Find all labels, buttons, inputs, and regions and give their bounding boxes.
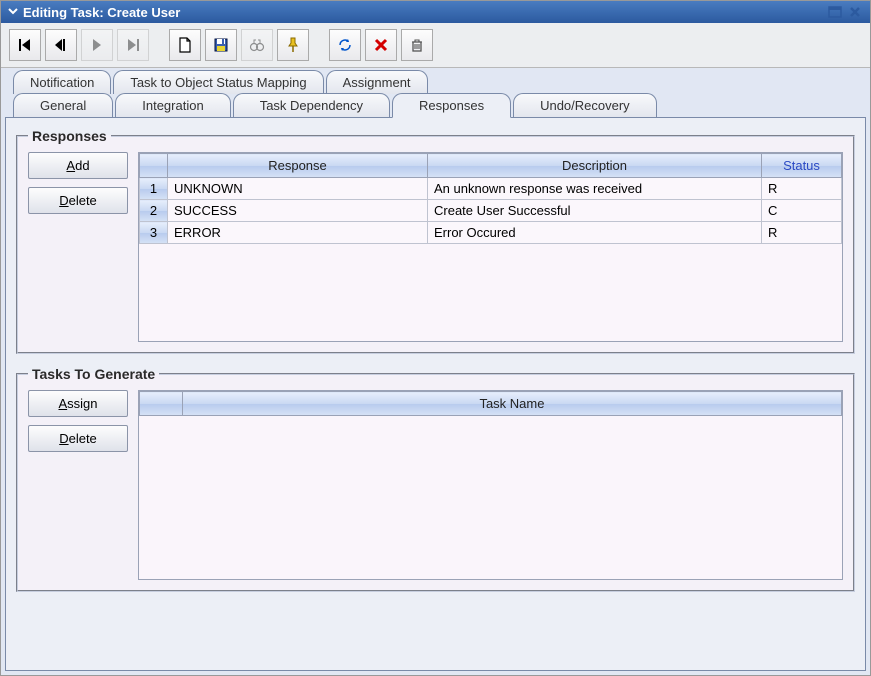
responses-panel: Responses Add Delete: [5, 117, 866, 671]
refresh-button[interactable]: [329, 29, 361, 61]
last-record-button: [117, 29, 149, 61]
responses-delete-button[interactable]: Delete: [28, 187, 128, 214]
tab-responses[interactable]: Responses: [392, 93, 511, 118]
table-row[interactable]: 1 UNKNOWN An unknown response was receiv…: [140, 178, 842, 200]
tab-assignment[interactable]: Assignment: [326, 70, 428, 94]
tasks-table: Task Name: [139, 391, 842, 416]
col-rownum[interactable]: [140, 154, 168, 178]
trash-button[interactable]: [401, 29, 433, 61]
table-row[interactable]: 3 ERROR Error Occured R: [140, 222, 842, 244]
tasks-assign-button[interactable]: Assign: [28, 390, 128, 417]
tab-integration[interactable]: Integration: [115, 93, 230, 117]
chevron-down-icon[interactable]: [7, 5, 19, 20]
tasks-legend: Tasks To Generate: [28, 366, 159, 382]
pin-button[interactable]: [277, 29, 309, 61]
first-record-button[interactable]: [9, 29, 41, 61]
delete-x-button[interactable]: [365, 29, 397, 61]
col-description[interactable]: Description: [428, 154, 762, 178]
tab-task-dependency[interactable]: Task Dependency: [233, 93, 390, 117]
toolbar: [1, 23, 870, 68]
tab-task-to-object-status-mapping[interactable]: Task to Object Status Mapping: [113, 70, 323, 94]
tab-undo-recovery[interactable]: Undo/Recovery: [513, 93, 657, 117]
save-button[interactable]: [205, 29, 237, 61]
prev-record-button[interactable]: [45, 29, 77, 61]
tab-general[interactable]: General: [13, 93, 113, 117]
title-bar: Editing Task: Create User: [1, 1, 870, 23]
tab-row-lower: General Integration Task Dependency Resp…: [13, 93, 866, 117]
responses-legend: Responses: [28, 128, 111, 144]
minimize-button[interactable]: [826, 4, 844, 20]
window-title: Editing Task: Create User: [23, 5, 824, 20]
col-taskname[interactable]: Task Name: [182, 392, 841, 416]
responses-add-button[interactable]: Add: [28, 152, 128, 179]
tasks-to-generate-group: Tasks To Generate Assign Delete Task: [16, 366, 855, 592]
responses-table: Response Description Status 1 UNKNOWN An…: [139, 153, 842, 244]
tab-row-upper: Notification Task to Object Status Mappi…: [13, 70, 866, 94]
close-button[interactable]: [846, 4, 864, 20]
binoculars-icon: [241, 29, 273, 61]
col-rownum[interactable]: [140, 392, 183, 416]
col-response[interactable]: Response: [168, 154, 428, 178]
col-status[interactable]: Status: [762, 154, 842, 178]
new-button[interactable]: [169, 29, 201, 61]
tasks-delete-button[interactable]: Delete: [28, 425, 128, 452]
responses-group: Responses Add Delete: [16, 128, 855, 354]
tasks-table-wrap[interactable]: Task Name: [138, 390, 843, 580]
tab-notification[interactable]: Notification: [13, 70, 111, 94]
next-record-button: [81, 29, 113, 61]
responses-table-wrap[interactable]: Response Description Status 1 UNKNOWN An…: [138, 152, 843, 342]
table-row[interactable]: 2 SUCCESS Create User Successful C: [140, 200, 842, 222]
